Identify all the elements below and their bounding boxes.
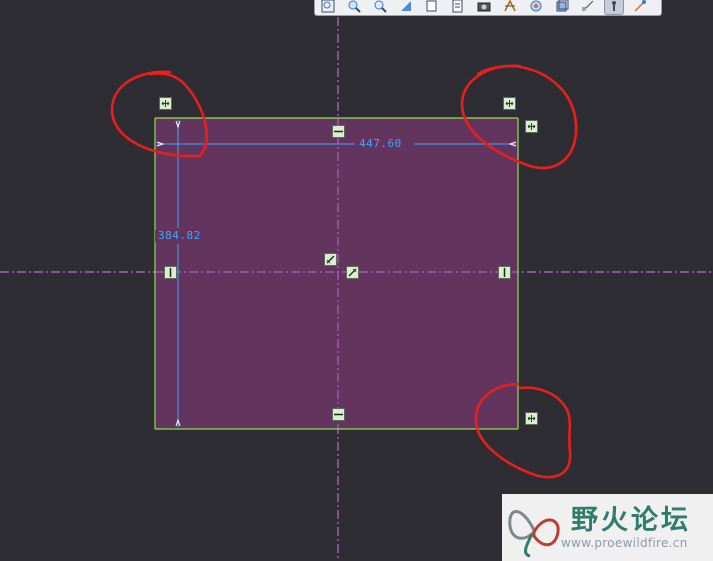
move-handle-right-top[interactable] xyxy=(525,120,538,133)
sketcher-display-icon xyxy=(612,1,616,11)
datum-display-button[interactable] xyxy=(501,0,519,14)
move-handle-top-right[interactable] xyxy=(503,97,516,110)
datum-display-icon xyxy=(504,0,516,12)
repaint-icon xyxy=(401,1,411,11)
move-arrows-icon xyxy=(527,123,536,130)
symmetry-constraint-2[interactable] xyxy=(346,266,359,279)
display-style-icon xyxy=(556,0,569,12)
vertical-constraint-icon xyxy=(503,268,506,277)
move-arrows-icon xyxy=(161,100,170,107)
view-toolbar xyxy=(314,0,662,16)
sketch-view-button[interactable] xyxy=(579,0,597,14)
spin-center-icon xyxy=(530,0,542,12)
camera-icon xyxy=(477,2,491,12)
sketcher-display-button[interactable] xyxy=(604,0,624,15)
horizontal-constraint-bottom[interactable] xyxy=(332,408,345,421)
display-style-button[interactable] xyxy=(553,0,571,14)
symmetry-constraint-1[interactable] xyxy=(324,253,337,266)
horizontal-constraint-icon xyxy=(334,130,343,133)
vertical-constraint-right[interactable] xyxy=(498,266,511,279)
forum-watermark: 野火论坛 www.proewildfire.cn xyxy=(502,494,713,561)
zoom-in-button[interactable] xyxy=(345,0,363,14)
view-orientation-icon xyxy=(426,0,437,12)
width-dimension-value[interactable]: 447.60 xyxy=(356,138,405,150)
symmetry-constraint-icon xyxy=(348,268,357,277)
move-arrows-icon xyxy=(527,415,536,422)
move-handle-top-left[interactable] xyxy=(159,97,172,110)
zoom-in-icon xyxy=(348,0,361,13)
sketch-canvas[interactable]: 447.60 384.82 野火论坛 www.proewildfire.cn xyxy=(0,0,713,561)
rectangle-fill[interactable] xyxy=(155,118,518,429)
vertical-constraint-left[interactable] xyxy=(164,266,177,279)
horizontal-constraint-icon xyxy=(334,413,343,416)
zoom-out-button[interactable] xyxy=(371,0,389,14)
sketch-graphics[interactable] xyxy=(0,0,713,561)
zoom-out-icon xyxy=(374,0,387,13)
constraints-display-button[interactable] xyxy=(631,0,649,14)
watermark-title: 野火论坛 xyxy=(571,505,691,536)
sketch-view-icon xyxy=(582,0,594,12)
watermark-url: www.proewildfire.cn xyxy=(561,536,688,550)
constraints-display-icon xyxy=(634,0,646,12)
height-dimension-value[interactable]: 384.82 xyxy=(155,230,204,242)
saved-views-icon xyxy=(452,0,463,13)
camera-button[interactable] xyxy=(475,0,493,14)
vertical-constraint-icon xyxy=(169,268,172,277)
repaint-button[interactable] xyxy=(397,0,415,14)
refit-icon xyxy=(321,0,335,13)
horizontal-constraint-top[interactable] xyxy=(332,125,345,138)
symmetry-constraint-icon xyxy=(326,255,335,264)
butterfly-logo-icon xyxy=(508,510,560,558)
spin-center-button[interactable] xyxy=(527,0,545,14)
view-orientation-button[interactable] xyxy=(423,0,441,14)
move-arrows-icon xyxy=(505,100,514,107)
refit-button[interactable] xyxy=(319,0,337,14)
saved-views-button[interactable] xyxy=(449,0,467,14)
move-handle-bottom-right[interactable] xyxy=(525,412,538,425)
